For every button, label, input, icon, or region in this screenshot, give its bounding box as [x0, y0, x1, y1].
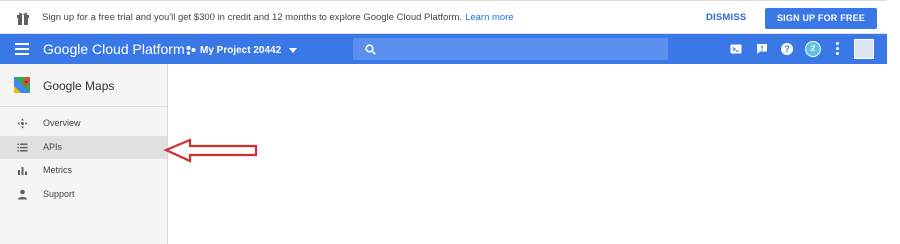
banner-message-text: Sign up for a free trial and you'll get … [42, 12, 463, 23]
cloud-shell-icon[interactable] [729, 42, 743, 56]
notification-count-badge[interactable]: 2 [805, 41, 821, 57]
bar-chart-icon [18, 167, 27, 175]
project-name: My Project 20442 [200, 44, 282, 56]
google-maps-logo-icon [14, 77, 30, 93]
svg-text:?: ? [784, 44, 790, 54]
hamburger-menu-icon[interactable] [15, 43, 29, 55]
search-input[interactable] [353, 38, 668, 60]
account-avatar[interactable] [854, 39, 874, 59]
sidebar-item-label: Overview [43, 118, 81, 128]
more-options-icon[interactable] [836, 42, 840, 56]
sidebar-item-label: Support [43, 188, 75, 199]
sidebar-item-apis[interactable]: APIs [0, 135, 167, 159]
help-icon[interactable]: ? [780, 42, 794, 56]
gift-icon [17, 12, 29, 25]
chevron-down-icon [289, 47, 298, 53]
sidebar-nav: Overview APIs Metrics Support [0, 112, 167, 206]
overview-icon [17, 118, 28, 129]
list-icon [17, 143, 28, 151]
annotation-arrow [163, 138, 258, 163]
notifications-alert-icon[interactable] [755, 42, 769, 56]
sidebar-item-metrics[interactable]: Metrics [0, 159, 167, 183]
sidebar-item-label: Metrics [43, 165, 72, 175]
free-trial-banner: Sign up for a free trial and you'll get … [0, 0, 887, 44]
left-sidebar: Google Maps Overview APIs Metrics Suppor… [0, 64, 168, 244]
project-selector[interactable]: My Project 20442 [186, 43, 298, 57]
service-title: Google Maps [43, 79, 115, 93]
banner-message: Sign up for a free trial and you'll get … [42, 12, 514, 23]
person-icon [18, 189, 27, 199]
signup-free-trial-button[interactable]: SIGN UP FOR FREE TRIAL [765, 8, 877, 44]
sidebar-item-overview[interactable]: Overview [0, 112, 167, 136]
sidebar-item-label: APIs [43, 141, 63, 152]
sidebar-item-support[interactable]: Support [0, 183, 167, 207]
project-dots-icon [186, 46, 196, 55]
search-icon [365, 44, 376, 55]
top-header: Google Cloud Platform My Project 20442 ?… [0, 34, 887, 64]
learn-more-link[interactable]: Learn more [465, 12, 514, 23]
brand-title[interactable]: Google Cloud Platform [43, 41, 185, 57]
page: Sign up for a free trial and you'll get … [0, 0, 900, 244]
dismiss-button[interactable]: DISMISS [706, 12, 746, 23]
service-header: Google Maps [0, 64, 167, 107]
